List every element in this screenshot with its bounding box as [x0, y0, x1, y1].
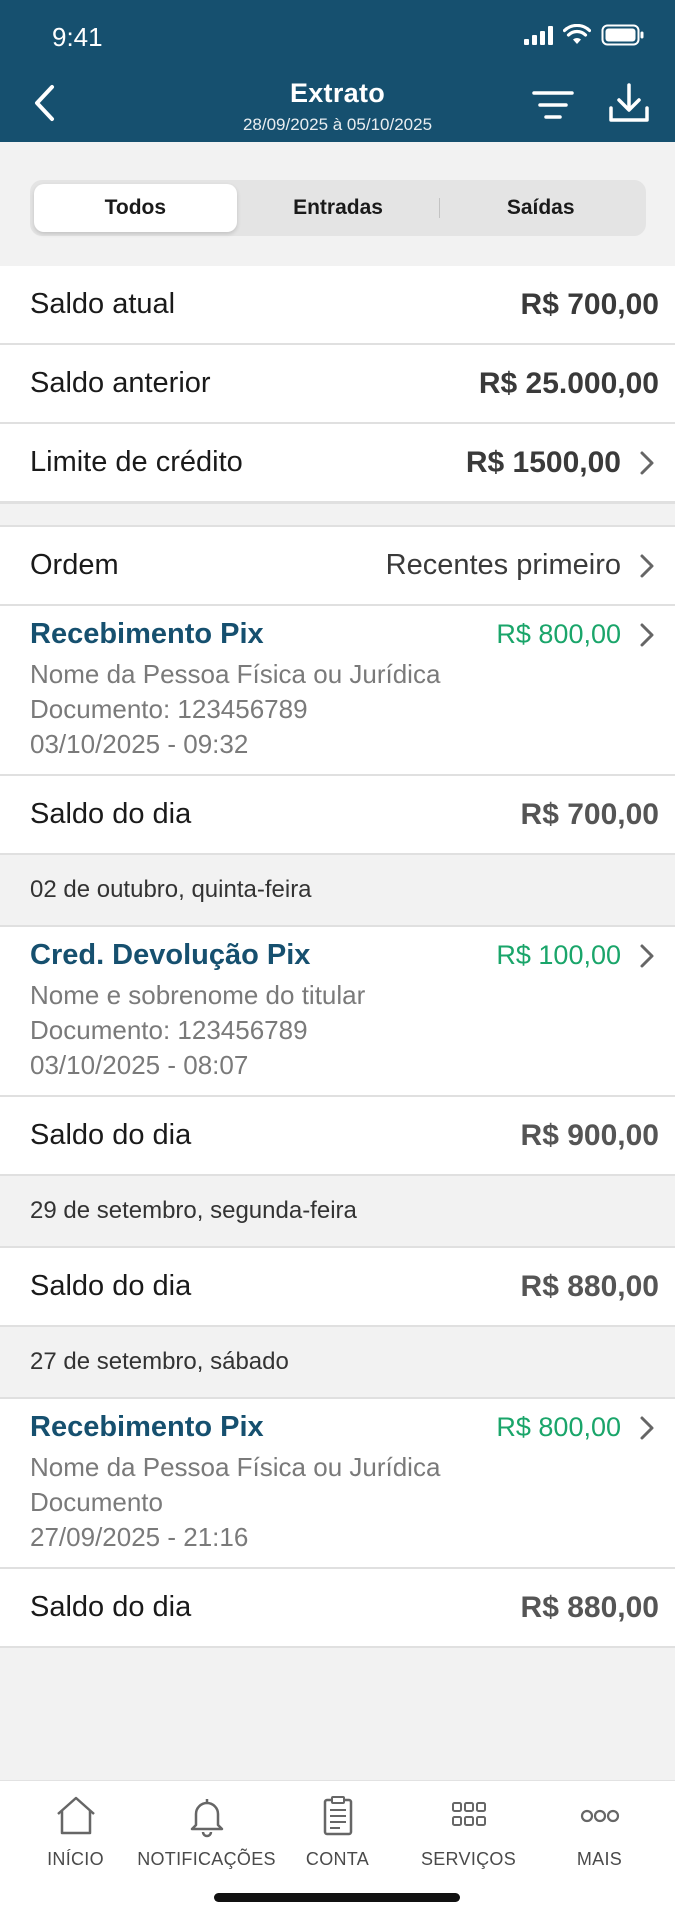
- transaction-name: Nome e sobrenome do titular: [30, 980, 366, 1010]
- summary-row-limite-credito[interactable]: Limite de crédito R$ 1500,00: [0, 424, 675, 503]
- day-balance-row: Saldo do dia R$ 900,00: [0, 1097, 675, 1176]
- bell-icon: [190, 1799, 223, 1838]
- chevron-right-icon: [640, 554, 654, 577]
- transaction-title: Recebimento Pix: [30, 618, 264, 650]
- summary-value-wrap: R$ 1500,00: [466, 446, 659, 480]
- day-balance-row: Saldo do dia R$ 880,00: [0, 1569, 675, 1648]
- day-balance-value: R$ 880,00: [520, 1269, 659, 1303]
- transaction-amount-wrap: R$ 800,00: [496, 619, 659, 650]
- home-indicator: [214, 1893, 460, 1902]
- transaction-item[interactable]: Recebimento Pix R$ 800,00 Nome da Pessoa…: [0, 606, 675, 776]
- chevron-right-icon: [640, 451, 654, 474]
- day-header: 02 de outubro, quinta-feira: [0, 855, 675, 927]
- transaction-amount: R$ 800,00: [496, 1412, 621, 1442]
- status-time: 9:41: [52, 22, 103, 52]
- grid-icon: [451, 1802, 486, 1826]
- nav-item-servicos[interactable]: SERVIÇOS: [404, 1793, 534, 1870]
- nav-label: CONTA: [305, 1849, 370, 1869]
- nav-item-inicio[interactable]: INÍCIO: [11, 1793, 141, 1870]
- summary-row-saldo-anterior: Saldo anterior R$ 25.000,00: [0, 345, 675, 424]
- day-balance-row: Saldo do dia R$ 700,00: [0, 776, 675, 855]
- day-header: 29 de setembro, segunda-feira: [0, 1176, 675, 1248]
- bottom-nav: INÍCIO NOTIFICAÇÕES CONTA SERVIÇOS MAIS: [0, 1780, 675, 1920]
- day-balance-label: Saldo do dia: [30, 1591, 192, 1623]
- battery-icon: [601, 24, 644, 46]
- transaction-item[interactable]: Recebimento Pix R$ 800,00 Nome da Pessoa…: [0, 1399, 675, 1569]
- nav-item-notificacoes[interactable]: NOTIFICAÇÕES: [137, 1793, 276, 1870]
- transaction-document: Documento: 123456789: [30, 1015, 308, 1045]
- transaction-amount: R$ 800,00: [496, 619, 621, 649]
- day-balance-row: Saldo do dia R$ 880,00: [0, 1248, 675, 1327]
- status-icons: [524, 24, 645, 46]
- transaction-datetime: 03/10/2025 - 09:32: [30, 729, 249, 759]
- transaction-document: Documento: 123456789: [30, 694, 308, 724]
- segment-entradas[interactable]: Entradas: [237, 184, 440, 232]
- segment-todos[interactable]: Todos: [34, 184, 237, 232]
- nav-label: SERVIÇOS: [420, 1849, 517, 1869]
- summary-row-saldo-atual: Saldo atual R$ 700,00: [0, 266, 675, 345]
- segmented-control: Todos Entradas Saídas: [30, 180, 646, 236]
- order-value-wrap: Recentes primeiro: [386, 549, 659, 582]
- section-gap: [0, 503, 675, 527]
- app-header: 9:41 Extrato 28/09/2025 à 05/10/2025: [0, 0, 675, 142]
- statement-list: Saldo atual R$ 700,00 Saldo anterior R$ …: [0, 266, 675, 1648]
- filter-button[interactable]: [531, 84, 575, 128]
- order-label: Ordem: [30, 549, 119, 581]
- summary-label: Limite de crédito: [30, 446, 243, 478]
- filter-icon: [532, 91, 574, 119]
- transaction-name: Nome da Pessoa Física ou Jurídica: [30, 1452, 441, 1482]
- transaction-amount-wrap: R$ 100,00: [496, 940, 659, 971]
- summary-value: R$ 1500,00: [465, 445, 621, 479]
- transaction-amount: R$ 100,00: [496, 940, 621, 970]
- day-header: 27 de setembro, sábado: [0, 1327, 675, 1399]
- signal-icon: [524, 25, 553, 45]
- transaction-title: Cred. Devolução Pix: [30, 939, 311, 971]
- wifi-icon: [563, 24, 591, 44]
- order-row[interactable]: Ordem Recentes primeiro: [0, 527, 675, 606]
- transaction-document: Documento: [30, 1487, 163, 1517]
- day-balance-value: R$ 880,00: [520, 1590, 659, 1624]
- transaction-name: Nome da Pessoa Física ou Jurídica: [30, 659, 441, 689]
- transaction-item[interactable]: Cred. Devolução Pix R$ 100,00 Nome e sob…: [0, 927, 675, 1097]
- segment-area: Todos Entradas Saídas: [0, 142, 675, 266]
- more-icon: [580, 1809, 619, 1823]
- nav-label: INÍCIO: [47, 1849, 104, 1869]
- order-value: Recentes primeiro: [385, 549, 621, 581]
- chevron-right-icon: [640, 944, 654, 967]
- summary-value: R$ 25.000,00: [478, 366, 659, 400]
- summary-label: Saldo atual: [30, 288, 176, 320]
- transaction-datetime: 03/10/2025 - 08:07: [30, 1050, 249, 1080]
- download-icon: [609, 83, 649, 122]
- nav-item-mais[interactable]: MAIS: [535, 1793, 665, 1870]
- segment-saidas[interactable]: Saídas: [439, 184, 642, 232]
- chevron-right-icon: [640, 623, 654, 646]
- day-balance-value: R$ 900,00: [520, 1118, 659, 1152]
- home-icon: [56, 1796, 95, 1835]
- day-balance-label: Saldo do dia: [30, 798, 192, 830]
- day-balance-label: Saldo do dia: [30, 1119, 192, 1151]
- summary-label: Saldo anterior: [30, 367, 211, 399]
- download-button[interactable]: [607, 82, 651, 126]
- day-balance-label: Saldo do dia: [30, 1270, 192, 1302]
- clipboard-icon: [323, 1796, 352, 1836]
- chevron-right-icon: [640, 1416, 654, 1439]
- nav-label: NOTIFICAÇÕES: [137, 1849, 276, 1869]
- nav-item-conta[interactable]: CONTA: [273, 1793, 403, 1870]
- day-balance-value: R$ 700,00: [520, 797, 659, 831]
- transaction-datetime: 27/09/2025 - 21:16: [30, 1522, 249, 1552]
- nav-label: MAIS: [576, 1849, 623, 1869]
- transaction-amount-wrap: R$ 800,00: [496, 1412, 659, 1443]
- summary-value: R$ 700,00: [520, 287, 659, 321]
- transaction-title: Recebimento Pix: [30, 1411, 264, 1443]
